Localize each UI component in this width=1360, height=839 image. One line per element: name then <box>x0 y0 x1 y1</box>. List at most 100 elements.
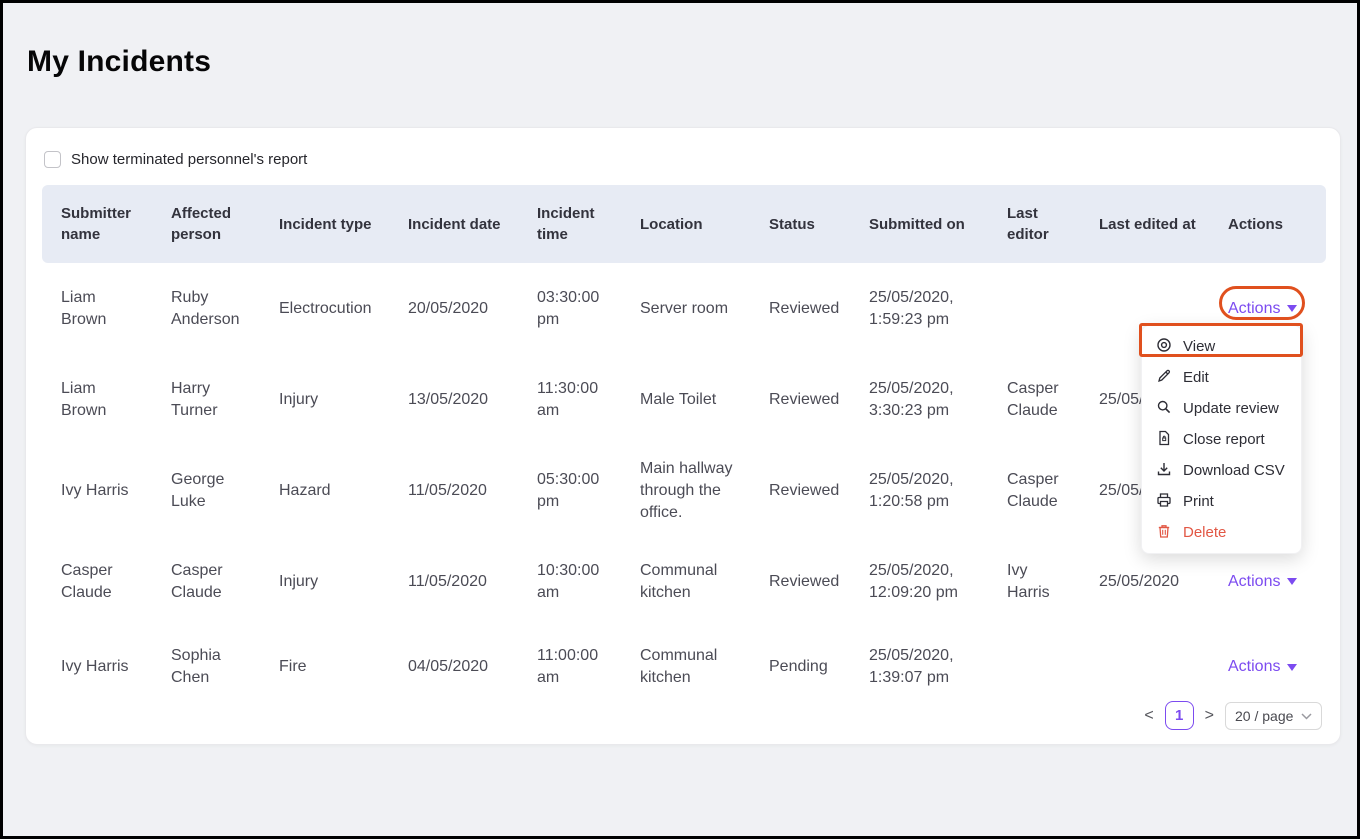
cell-time: 03:30:00 pm <box>518 287 621 331</box>
menu-item-delete[interactable]: Delete <box>1142 517 1301 548</box>
cell-status: Reviewed <box>750 480 850 502</box>
cell-location: Male Toilet <box>621 389 750 411</box>
col-header-incident-type: Incident type <box>260 214 389 235</box>
cell-submitted-on: 25/05/2020, 1:59:23 pm <box>850 287 988 331</box>
cell-status: Reviewed <box>750 389 850 411</box>
cell-status: Reviewed <box>750 298 850 320</box>
col-header-last-editor: Last editor <box>988 203 1080 245</box>
menu-item-label: Edit <box>1183 369 1209 386</box>
cell-submitted-on: 25/05/2020, 1:39:07 pm <box>850 645 988 689</box>
cell-affected: Casper Claude <box>152 560 260 604</box>
actions-dropdown-button[interactable]: Actions <box>1228 300 1297 318</box>
cell-status: Pending <box>750 656 850 678</box>
menu-item-label: Close report <box>1183 431 1265 448</box>
table-row: Liam Brown Harry Turner Injury 13/05/202… <box>42 354 1326 445</box>
page-size-select[interactable]: 20 / page <box>1225 702 1322 730</box>
cell-type: Hazard <box>260 480 389 502</box>
cell-type: Fire <box>260 656 389 678</box>
col-header-submitted-on: Submitted on <box>850 214 988 235</box>
cell-date: 11/05/2020 <box>389 571 518 593</box>
cell-location: Communal kitchen <box>621 560 750 604</box>
cell-location: Server room <box>621 298 750 320</box>
menu-item-label: Update review <box>1183 400 1279 417</box>
cell-time: 11:00:00 am <box>518 645 621 689</box>
menu-item-update-review[interactable]: Update review <box>1142 393 1301 424</box>
next-page-button[interactable]: > <box>1203 707 1216 725</box>
terminated-filter-row: Show terminated personnel's report <box>26 128 1340 171</box>
menu-item-edit[interactable]: Edit <box>1142 362 1301 393</box>
cell-submitted-on: 25/05/2020, 12:09:20 pm <box>850 560 988 604</box>
cell-affected: Harry Turner <box>152 378 260 422</box>
cell-time: 11:30:00 am <box>518 378 621 422</box>
col-header-affected-person: Affected person <box>152 203 260 245</box>
menu-item-close-report[interactable]: Close report <box>1142 424 1301 455</box>
cell-location: Communal kitchen <box>621 645 750 689</box>
cell-date: 20/05/2020 <box>389 298 518 320</box>
table-row: Ivy Harris George Luke Hazard 11/05/2020… <box>42 445 1326 536</box>
chevron-down-icon <box>1287 305 1297 312</box>
cell-date: 13/05/2020 <box>389 389 518 411</box>
col-header-submitter-name: Submitter name <box>42 203 152 245</box>
page-title: My Incidents <box>27 45 211 79</box>
col-header-last-edited-at: Last edited at <box>1080 214 1209 235</box>
pagination: < 1 > 20 / page <box>1142 701 1322 730</box>
actions-dropdown-menu: View Edit Update review Close report Dow… <box>1141 325 1302 554</box>
cell-last-editor: Ivy Harris <box>988 560 1080 604</box>
printer-icon <box>1156 492 1172 512</box>
cell-type: Injury <box>260 389 389 411</box>
cell-submitted-on: 25/05/2020, 1:20:58 pm <box>850 469 988 513</box>
menu-item-label: Delete <box>1183 524 1226 541</box>
trash-icon <box>1156 523 1172 543</box>
menu-item-label: Print <box>1183 493 1214 510</box>
cell-last-edited-at: 25/05/2020 <box>1080 571 1209 593</box>
eye-icon <box>1156 337 1172 357</box>
cell-submitter: Ivy Harris <box>42 656 152 678</box>
download-icon <box>1156 461 1172 481</box>
col-header-incident-date: Incident date <box>389 214 518 235</box>
col-header-status: Status <box>750 214 850 235</box>
cell-last-editor: Casper Claude <box>988 469 1080 513</box>
actions-button-label: Actions <box>1228 658 1280 676</box>
cell-affected: Sophia Chen <box>152 645 260 689</box>
cell-affected: Ruby Anderson <box>152 287 260 331</box>
menu-item-view[interactable]: View <box>1142 331 1301 362</box>
col-header-location: Location <box>621 214 750 235</box>
document-lock-icon <box>1156 430 1172 450</box>
table-row: Ivy Harris Sophia Chen Fire 04/05/2020 1… <box>42 627 1326 707</box>
cell-location: Main hallway through the office. <box>621 458 750 524</box>
chevron-down-icon <box>1301 709 1312 723</box>
chevron-down-icon <box>1287 664 1297 671</box>
cell-submitter: Ivy Harris <box>42 480 152 502</box>
menu-item-label: Download CSV <box>1183 462 1285 479</box>
cell-type: Injury <box>260 571 389 593</box>
menu-item-print[interactable]: Print <box>1142 486 1301 517</box>
incidents-table: Submitter name Affected person Incident … <box>42 185 1326 707</box>
cell-time: 10:30:00 am <box>518 560 621 604</box>
show-terminated-checkbox[interactable] <box>44 151 61 168</box>
app-window: My Incidents Show terminated personnel's… <box>0 0 1360 839</box>
pencil-icon <box>1156 368 1172 388</box>
col-header-incident-time: Incident time <box>518 203 621 245</box>
table-header-row: Submitter name Affected person Incident … <box>42 185 1326 263</box>
menu-item-download-csv[interactable]: Download CSV <box>1142 455 1301 486</box>
current-page-button[interactable]: 1 <box>1165 701 1194 730</box>
actions-dropdown-button[interactable]: Actions <box>1228 573 1297 591</box>
cell-submitted-on: 25/05/2020, 3:30:23 pm <box>850 378 988 422</box>
show-terminated-label: Show terminated personnel's report <box>71 151 307 168</box>
table-row: Liam Brown Ruby Anderson Electrocution 2… <box>42 263 1326 354</box>
cell-submitter: Liam Brown <box>42 378 152 422</box>
prev-page-button[interactable]: < <box>1142 707 1155 725</box>
col-header-actions: Actions <box>1209 214 1326 235</box>
cell-date: 04/05/2020 <box>389 656 518 678</box>
cell-status: Reviewed <box>750 571 850 593</box>
cell-submitter: Casper Claude <box>42 560 152 604</box>
cell-date: 11/05/2020 <box>389 480 518 502</box>
cell-affected: George Luke <box>152 469 260 513</box>
cell-submitter: Liam Brown <box>42 287 152 331</box>
cell-time: 05:30:00 pm <box>518 469 621 513</box>
menu-item-label: View <box>1183 338 1215 355</box>
cell-last-editor: Casper Claude <box>988 378 1080 422</box>
actions-dropdown-button[interactable]: Actions <box>1228 658 1297 676</box>
cell-type: Electrocution <box>260 298 389 320</box>
actions-button-label: Actions <box>1228 573 1280 591</box>
